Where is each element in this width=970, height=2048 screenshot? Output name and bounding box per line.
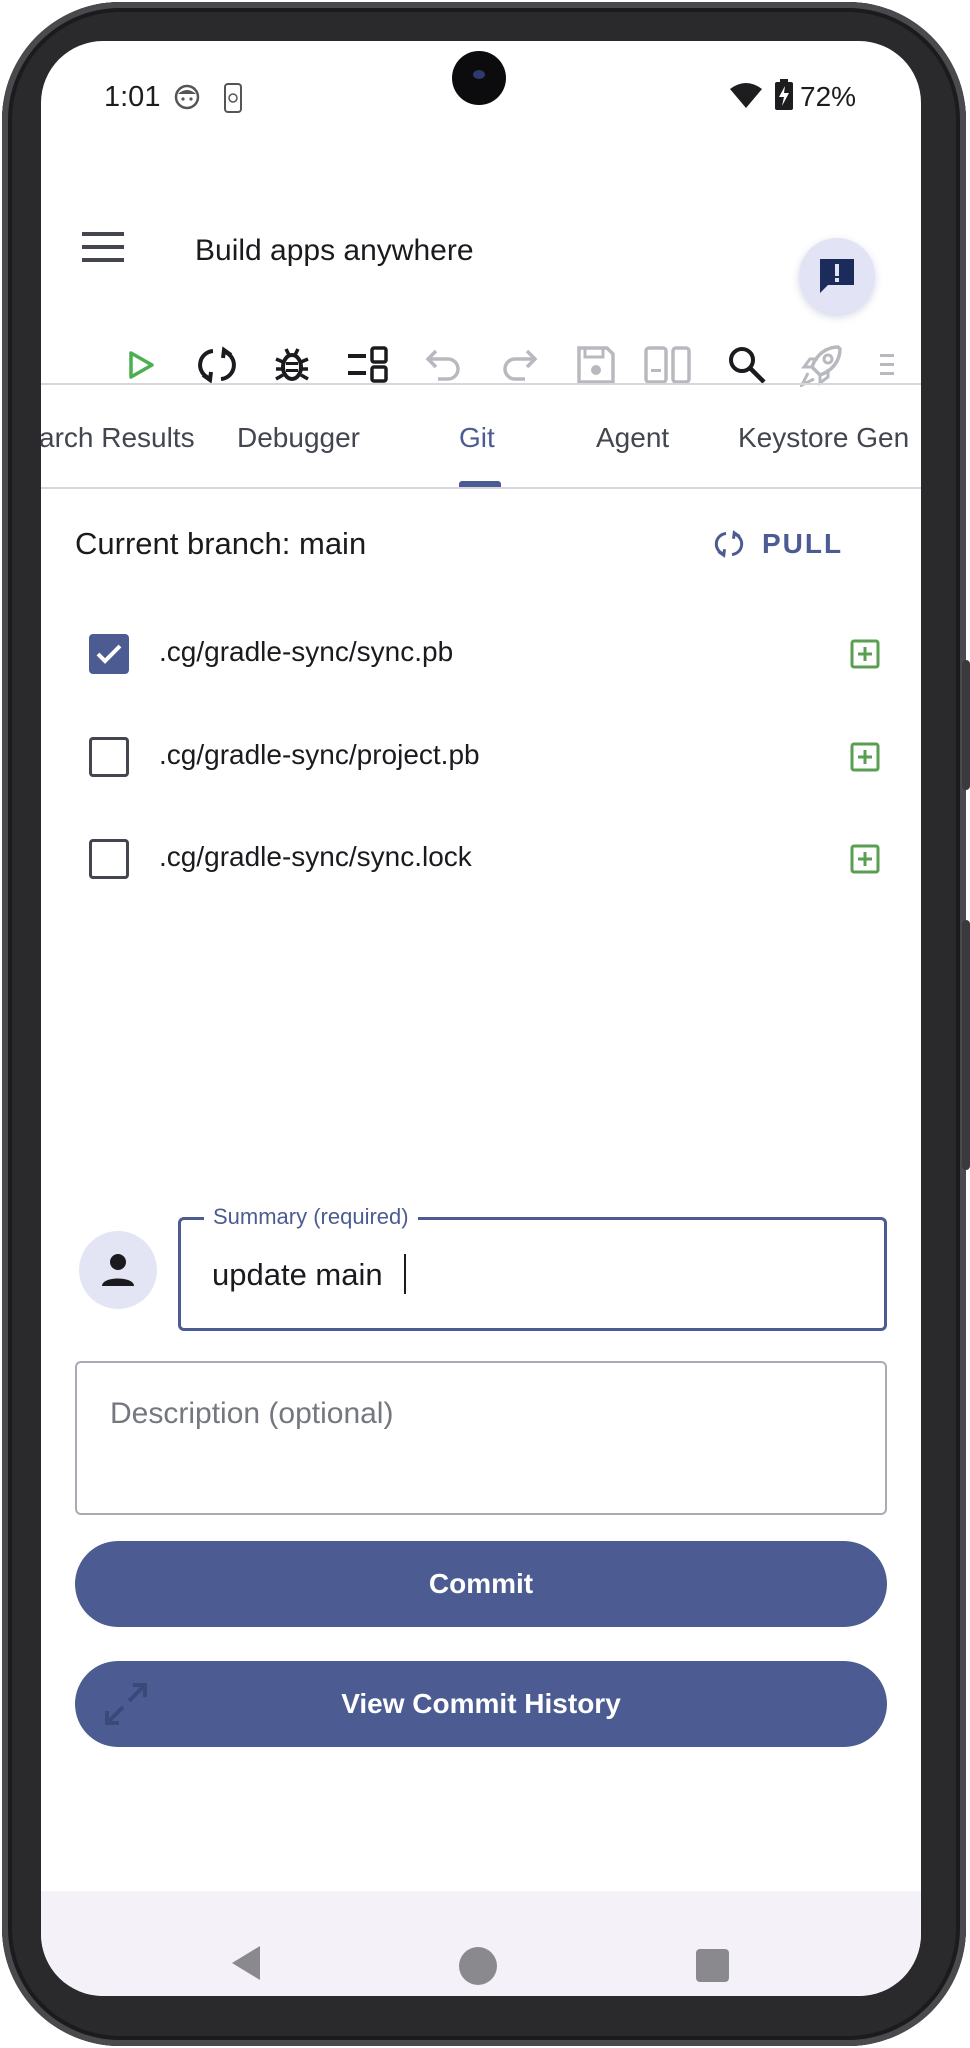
file-name: .cg/gradle-sync/sync.pb: [159, 636, 454, 667]
layout-icon: [348, 346, 388, 383]
view-commit-history-label: View Commit History: [341, 1688, 621, 1719]
sync-icon: [198, 346, 236, 384]
save-icon: [577, 346, 615, 384]
pull-label: PULL: [762, 528, 844, 559]
check-icon: [96, 644, 122, 664]
stage-file-button[interactable]: [847, 841, 883, 877]
tab-git[interactable]: Git: [459, 422, 495, 454]
battery-percent: 72%: [800, 81, 857, 112]
add-box-icon: [850, 742, 880, 772]
file-row: .cg/gradle-sync/sync.lock: [41, 819, 921, 899]
undo-icon: [425, 349, 460, 381]
file-row: .cg/gradle-sync/sync.pb: [41, 614, 921, 694]
summary-label: Summary (required): [204, 1204, 418, 1230]
face-notification-icon: [173, 83, 201, 116]
battery-charging-icon: [774, 79, 794, 116]
front-camera: [452, 51, 506, 105]
hamburger-menu-button[interactable]: [77, 221, 129, 273]
file-checkbox[interactable]: [89, 839, 129, 879]
stage-file-button[interactable]: [847, 739, 883, 775]
view-commit-history-button[interactable]: View Commit History: [75, 1661, 887, 1747]
file-name: .cg/gradle-sync/project.pb: [159, 739, 480, 770]
feedback-button[interactable]: [799, 238, 875, 314]
power-button: [962, 920, 970, 1170]
feedback-icon: [820, 259, 854, 293]
description-input[interactable]: [75, 1361, 887, 1515]
more-icon: [880, 354, 894, 375]
tab-debugger[interactable]: Debugger: [237, 422, 360, 454]
summary-value: update main: [212, 1257, 383, 1292]
app-title: Build apps anywhere: [195, 234, 474, 267]
redo-icon: [503, 349, 538, 381]
expand-icon: [105, 1683, 147, 1725]
device-frame: 1:01 72% Build apps anywhere arch Result…: [0, 0, 970, 2048]
commit-button[interactable]: Commit: [75, 1541, 887, 1627]
run-icon: [129, 351, 154, 379]
status-bar: 1:01 72%: [41, 41, 921, 141]
commit-label: Commit: [428, 1568, 534, 1599]
launch-icon: [800, 345, 842, 387]
volume-button: [962, 660, 970, 790]
hamburger-menu-icon: [82, 232, 124, 262]
device-notification-icon: [223, 83, 243, 118]
tab-agent[interactable]: Agent: [596, 422, 669, 454]
tabs-divider: [41, 487, 921, 489]
wifi-icon: [729, 81, 763, 114]
add-box-icon: [850, 639, 880, 669]
tab-keystore-generator[interactable]: Keystore Gen: [738, 422, 909, 454]
file-name: .cg/gradle-sync/sync.lock: [159, 841, 472, 872]
stage-file-button[interactable]: [847, 636, 883, 672]
sync-icon: [714, 530, 744, 558]
pull-button[interactable]: PULL: [714, 519, 843, 569]
description-placeholder: Description (optional): [110, 1397, 394, 1430]
search-icon: [729, 347, 766, 384]
screen: 1:01 72% Build apps anywhere arch Result…: [41, 41, 921, 1996]
bottom-panel-tabs: arch Results Debugger Git Agent Keystore…: [41, 385, 921, 489]
file-checkbox[interactable]: [89, 634, 129, 674]
file-checkbox[interactable]: [89, 737, 129, 777]
status-time: 1:01: [104, 81, 161, 113]
person-icon: [102, 1254, 134, 1286]
preview-icon: [644, 346, 691, 384]
recents-icon[interactable]: [696, 1949, 729, 1982]
home-icon[interactable]: [459, 1947, 497, 1985]
add-box-icon: [850, 844, 880, 874]
back-icon[interactable]: [230, 1944, 262, 1982]
current-branch-label: Current branch: main: [75, 526, 367, 561]
author-avatar[interactable]: [79, 1231, 157, 1309]
file-row: .cg/gradle-sync/project.pb: [41, 717, 921, 797]
tab-search-results[interactable]: arch Results: [41, 422, 195, 454]
debug-icon: [275, 348, 309, 381]
text-cursor: [404, 1254, 406, 1294]
